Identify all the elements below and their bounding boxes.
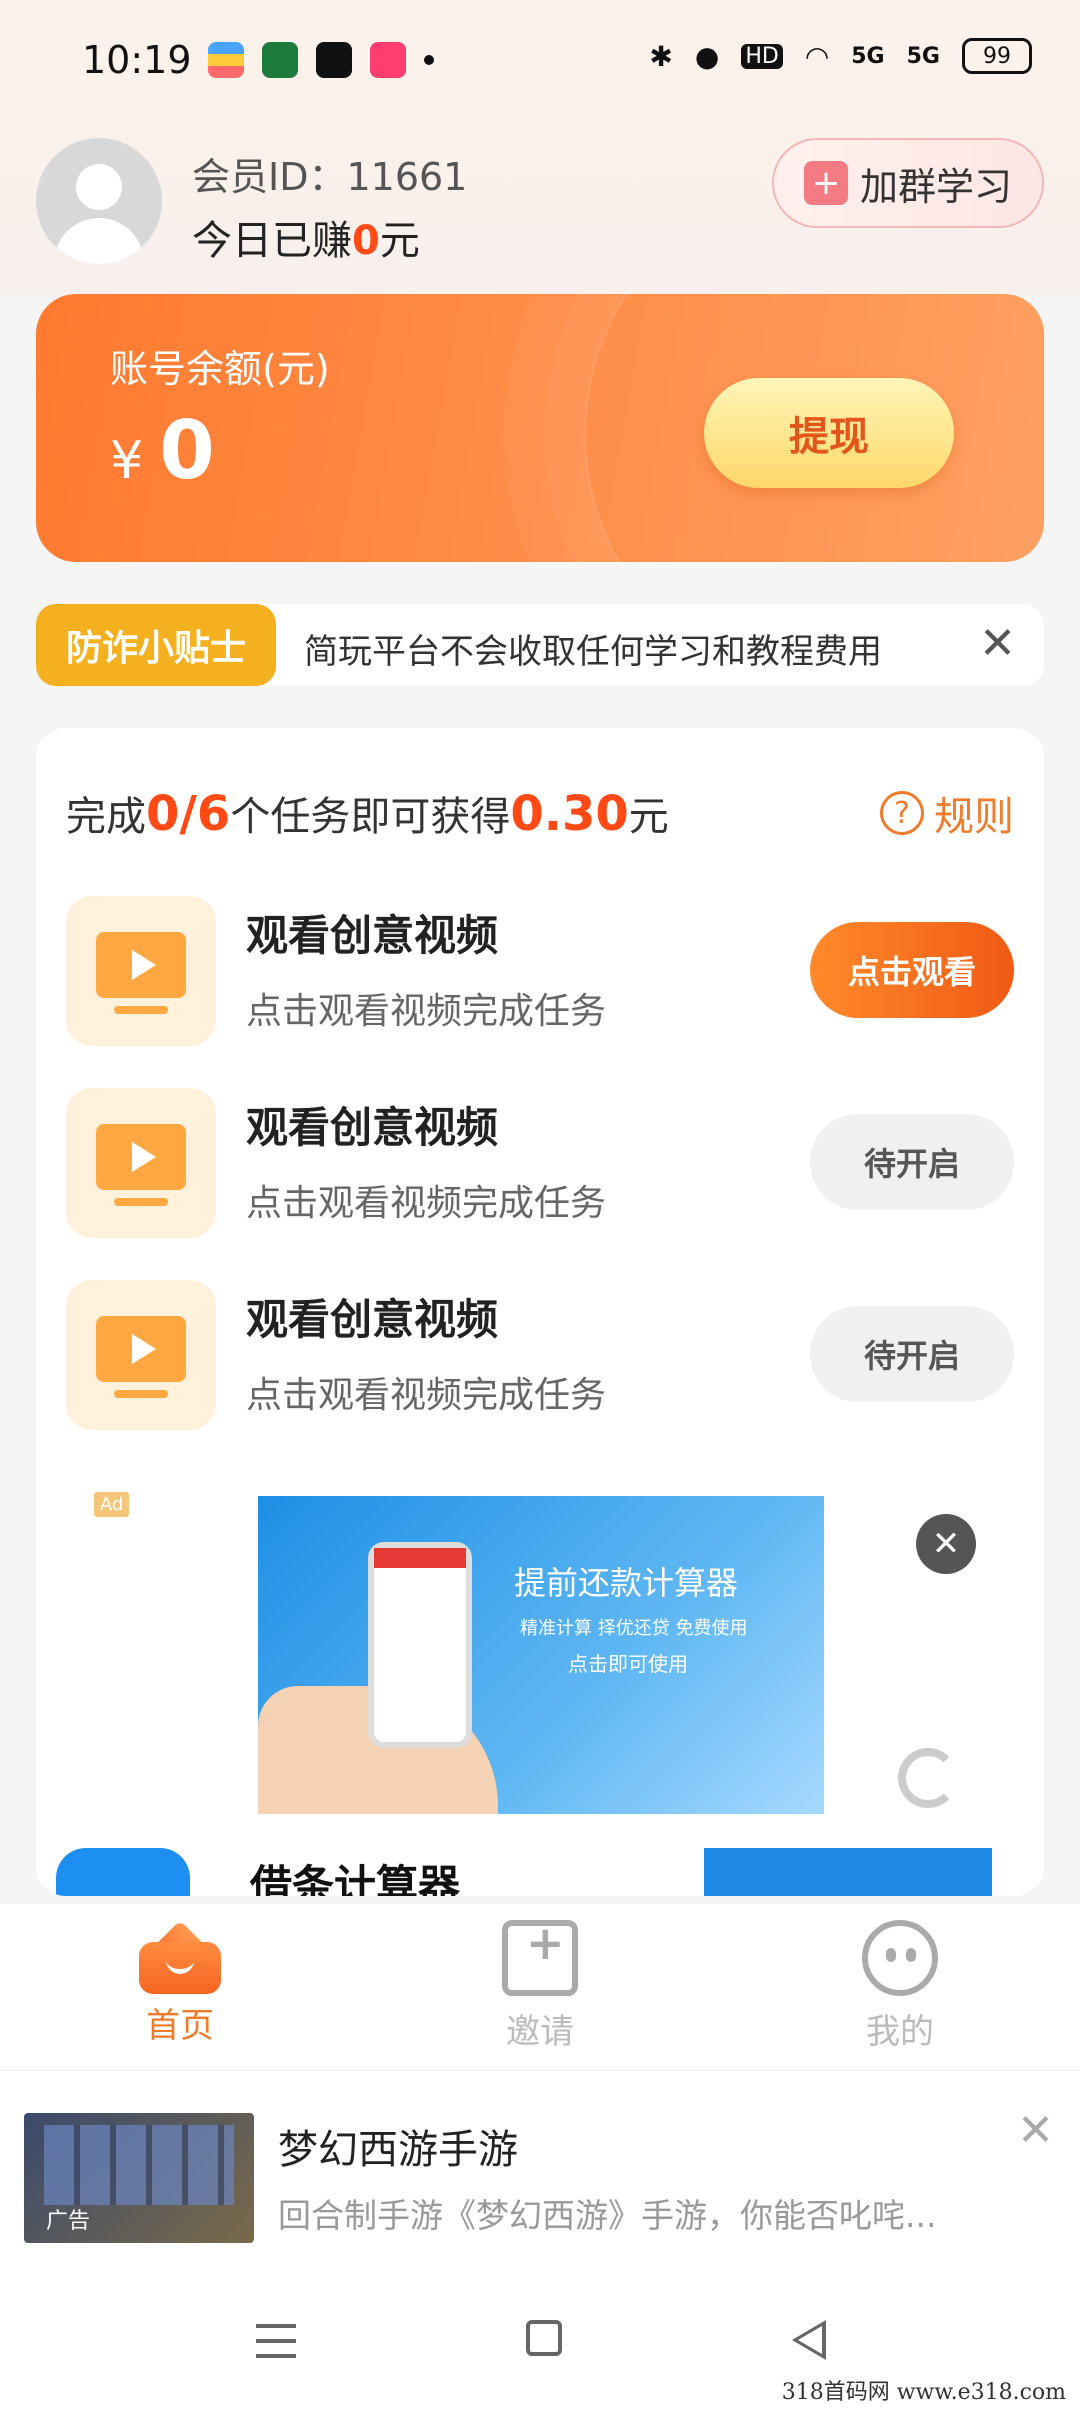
video-app-icon [316, 42, 352, 78]
battery-icon: 99 [962, 38, 1032, 74]
ad-cta: 点击即可使用 [568, 1652, 688, 1676]
ad-banner[interactable]: 提前还款计算器 精准计算 择优还贷 免费使用 点击即可使用 [258, 1496, 824, 1814]
avatar[interactable] [36, 138, 162, 264]
game-thumbnail: 广告 [24, 2113, 254, 2243]
balance-amount: ¥ 0 [110, 404, 215, 497]
oppo-app-icon [262, 42, 298, 78]
wifi-icon: ◠ [804, 39, 830, 73]
join-group-label: 加群学习 [859, 164, 1012, 209]
bottom-ad-desc: 回合制手游《梦幻西游》手游，你能否叱咤... [278, 2196, 937, 2235]
bottom-ad[interactable]: 广告 梦幻西游手游 回合制手游《梦幻西游》手游，你能否叱咤... ✕ [0, 2070, 1080, 2270]
task-desc: 点击观看视频完成任务 [246, 1375, 607, 1416]
rules-label: 规则 [934, 794, 1014, 840]
ad-headline: 提前还款计算器 [514, 1564, 739, 1602]
notification-icons [208, 42, 434, 78]
balance-card: 账号余额(元) ¥ 0 提现 [36, 294, 1044, 562]
ad-logo-icon [898, 1748, 958, 1808]
bottom-nav: 首页 邀请 我的 [0, 1904, 1080, 2070]
join-group-button[interactable]: + 加群学习 [772, 138, 1044, 228]
location-icon: ● [694, 39, 720, 73]
balance-label: 账号余额(元) [110, 347, 330, 391]
help-icon: ? [880, 791, 924, 835]
task-title-prefix: 完成 [66, 794, 146, 840]
recent-apps-icon[interactable] [256, 2324, 296, 2358]
nav-home-label: 首页 [146, 2006, 214, 2046]
watch-button[interactable]: 点击观看 [810, 922, 1014, 1018]
task-title-middle: 个任务即可获得 [230, 794, 511, 840]
nav-mine[interactable]: 我的 [720, 1904, 1080, 2070]
video-task-icon [66, 896, 216, 1046]
more-dot-icon [424, 55, 434, 65]
nav-mine-label: 我的 [866, 2012, 934, 2052]
ad-close-icon[interactable]: ✕ [916, 1514, 976, 1574]
watermark: 318首码网 www.e318.com [781, 2380, 1066, 2405]
today-earned: 今日已赚0元 [192, 208, 420, 266]
rules-link[interactable]: ? 规则 [880, 784, 1014, 842]
balance-value: 0 [159, 404, 215, 497]
signal-5g-icon-2: 5G [906, 43, 940, 69]
task-name: 观看创意视频 [246, 1103, 499, 1152]
close-icon[interactable]: ✕ [1017, 2105, 1054, 2156]
signal-5g-icon: 5G [851, 43, 885, 69]
task-item: 观看创意视频 点击观看视频完成任务 点击观看 [66, 896, 1014, 1046]
tip-text: 简玩平台不会收取任何学习和教程费用 [304, 632, 882, 672]
pending-button[interactable]: 待开启 [810, 1114, 1014, 1210]
profile-header: 会员ID：11661 今日已赚0元 + 加群学习 [0, 124, 1080, 294]
pending-button[interactable]: 待开启 [810, 1306, 1014, 1402]
profile-icon [862, 1920, 938, 1996]
home-icon [139, 1920, 221, 1994]
nav-home[interactable]: 首页 [0, 1904, 360, 2070]
task-item: 观看创意视频 点击观看视频完成任务 待开启 [66, 1088, 1014, 1238]
tip-tag: 防诈小贴士 [36, 604, 276, 686]
hd-icon: HD [741, 43, 783, 69]
home-button-icon[interactable] [526, 2320, 562, 2356]
ad-app-icon[interactable] [56, 1848, 190, 1896]
anti-fraud-tip: 防诈小贴士 简玩平台不会收取任何学习和教程费用 ✕ [36, 604, 1044, 686]
nav-invite[interactable]: 邀请 [360, 1904, 720, 2070]
close-icon[interactable]: ✕ [979, 618, 1016, 669]
earned-prefix: 今日已赚 [192, 218, 352, 264]
system-nav-bar: 318首码网 www.e318.com [0, 2270, 1080, 2412]
ad-label: 广告 [46, 2209, 91, 2234]
status-bar: 10:19 ✱ ● HD ◠ 5G 5G 99 [0, 0, 1080, 124]
task-item: 观看创意视频 点击观看视频完成任务 待开启 [66, 1280, 1014, 1430]
ad-app-name: 借条计算器 [250, 1861, 461, 1896]
video-task-icon [66, 1280, 216, 1430]
task-reward: 0.30 [510, 786, 629, 842]
wallet-app-icon [208, 42, 244, 78]
withdraw-button[interactable]: 提现 [704, 378, 954, 488]
task-progress: 0/6 [146, 786, 231, 842]
phone-illustration [368, 1542, 472, 1748]
currency-symbol: ¥ [110, 431, 144, 491]
task-title-suffix: 元 [628, 794, 669, 840]
clock: 10:19 [82, 38, 192, 82]
player-app-icon [370, 42, 406, 78]
status-right: ✱ ● HD ◠ 5G 5G 99 [649, 38, 1032, 74]
earned-suffix: 元 [379, 218, 420, 264]
task-name: 观看创意视频 [246, 911, 499, 960]
ad-tag: Ad [94, 1492, 130, 1517]
nav-invite-label: 邀请 [506, 2012, 574, 2052]
task-desc: 点击观看视频完成任务 [246, 991, 607, 1032]
task-panel: 完成0/6个任务即可获得0.30元 ? 规则 观看创意视频 点击观看视频完成任务… [36, 728, 1044, 1896]
task-desc: 点击观看视频完成任务 [246, 1183, 607, 1224]
task-name: 观看创意视频 [246, 1295, 499, 1344]
bluetooth-icon: ✱ [649, 39, 673, 73]
member-id: 会员ID：11661 [192, 155, 468, 199]
invite-icon [502, 1916, 578, 1996]
join-group-icon: + [803, 161, 848, 205]
video-task-icon [66, 1088, 216, 1238]
bottom-ad-title: 梦幻西游手游 [278, 2127, 518, 2173]
back-icon[interactable] [792, 2320, 826, 2360]
earned-value: 0 [352, 218, 380, 264]
ad-action-button[interactable] [704, 1848, 992, 1896]
task-summary: 完成0/6个任务即可获得0.30元 [66, 784, 669, 842]
ad-subline: 精准计算 择优还贷 免费使用 [520, 1618, 748, 1639]
